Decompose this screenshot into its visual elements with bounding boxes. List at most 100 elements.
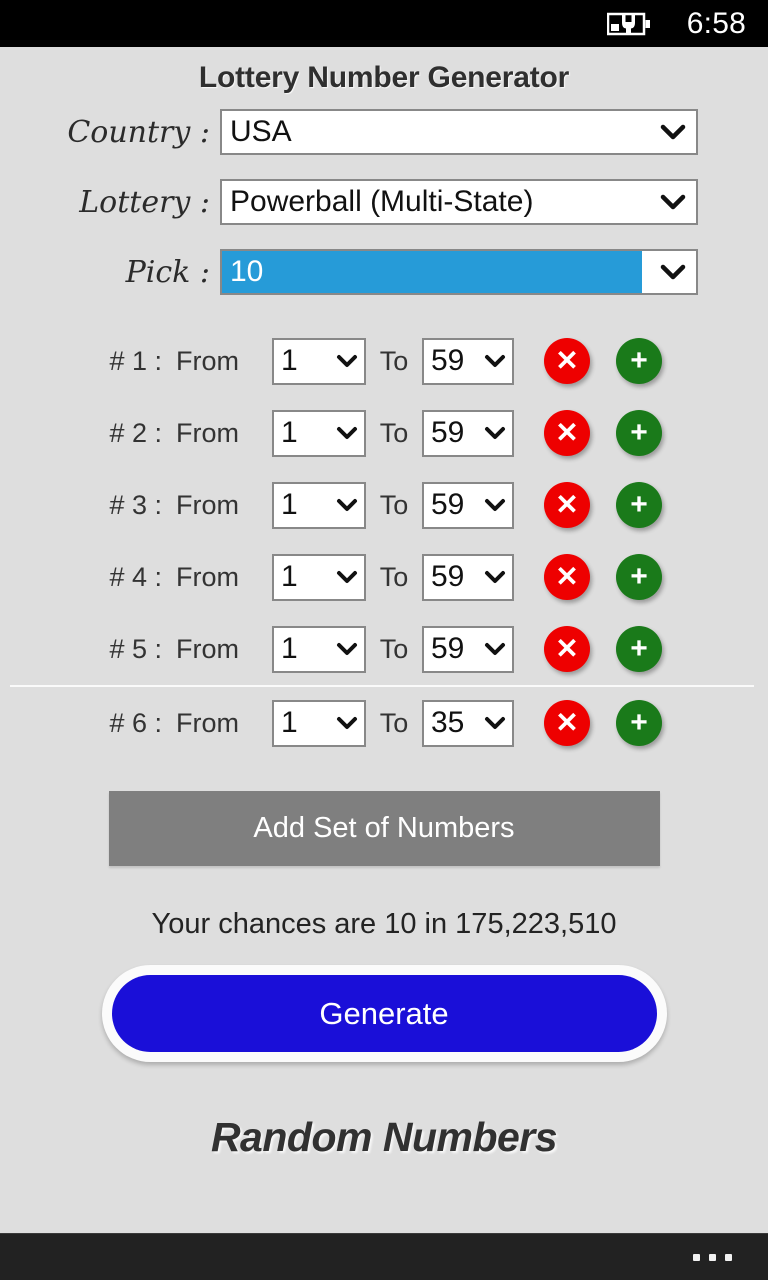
delete-row-button[interactable]: ✕: [544, 626, 590, 672]
chevron-down-icon: [336, 642, 358, 656]
from-value: 1: [281, 632, 298, 665]
plus-icon: +: [630, 560, 648, 593]
to-label: To: [379, 707, 409, 738]
status-clock: 6:58: [686, 6, 746, 40]
chevron-down-icon: [336, 716, 358, 730]
delete-row-button[interactable]: ✕: [544, 410, 590, 456]
number-range-list: # 1 : From 1 To 59 ✕ + # 2: From 1 To 5…: [0, 325, 768, 759]
from-select[interactable]: 1: [272, 337, 366, 385]
from-select[interactable]: 1: [272, 625, 366, 673]
chevron-down-icon: [660, 194, 686, 210]
range-row: # 2 : From 1 To 59 ✕ +: [0, 397, 768, 469]
plus-icon: +: [630, 632, 648, 665]
add-set-of-numbers-button[interactable]: Add Set of Numbers: [108, 791, 660, 866]
from-value: 1: [281, 416, 298, 449]
range-row: # 6 : From 1 To 35 ✕ +: [0, 687, 768, 759]
plus-icon: +: [630, 416, 648, 449]
from-value: 1: [281, 344, 298, 377]
range-index-label: # 4 :: [109, 561, 162, 592]
to-value: 59: [431, 344, 465, 377]
chevron-down-icon: [336, 426, 358, 440]
from-label: From: [176, 561, 239, 592]
from-select[interactable]: 1: [272, 553, 366, 601]
to-label: To: [379, 489, 409, 520]
lottery-value: Powerball (Multi-State): [230, 185, 534, 218]
results-numbers: [0, 1161, 768, 1221]
ellipsis-dot: [725, 1253, 732, 1261]
from-label: From: [176, 489, 239, 520]
from-label: From: [176, 707, 239, 738]
chevron-down-icon: [484, 426, 506, 440]
to-label: To: [379, 417, 409, 448]
chevron-down-icon: [660, 124, 686, 140]
chevron-down-icon: [336, 354, 358, 368]
delete-row-button[interactable]: ✕: [544, 482, 590, 528]
from-label: From: [176, 417, 239, 448]
to-select[interactable]: 59: [422, 625, 514, 673]
chances-text: Your chances are 10 in 175,223,510: [151, 908, 617, 940]
x-icon: ✕: [555, 417, 579, 448]
delete-row-button[interactable]: ✕: [544, 554, 590, 600]
chevron-down-icon: [660, 264, 686, 280]
chevron-down-icon: [336, 498, 358, 512]
from-select[interactable]: 1: [272, 481, 366, 529]
plus-icon: +: [630, 706, 648, 739]
ellipsis-dot: [709, 1253, 716, 1261]
range-index-label: # 1 :: [109, 345, 162, 376]
to-select[interactable]: 59: [422, 409, 514, 457]
battery-charging-icon: [606, 11, 651, 37]
status-bar: 6:58: [0, 0, 768, 47]
page-content: Lottery Number Generator Country : USA L…: [0, 47, 768, 1233]
range-index-label: # 6 :: [109, 707, 162, 738]
from-label: From: [176, 633, 239, 664]
ellipsis-icon[interactable]: [693, 1253, 732, 1261]
from-value: 1: [281, 560, 298, 593]
country-row: Country : USA: [0, 109, 768, 155]
to-label: To: [379, 633, 409, 664]
lottery-select[interactable]: Powerball (Multi-State): [220, 179, 698, 225]
generate-button-wrapper[interactable]: Generate: [101, 965, 667, 1062]
pick-row: Pick : 10: [0, 249, 768, 295]
from-select[interactable]: 1: [272, 409, 366, 457]
pick-select[interactable]: 10: [220, 249, 698, 295]
lottery-row: Lottery : Powerball (Multi-State): [0, 179, 768, 225]
add-row-button[interactable]: +: [616, 482, 662, 528]
to-select[interactable]: 59: [422, 481, 514, 529]
to-label: To: [379, 561, 409, 592]
range-index-label: # 3 :: [109, 489, 162, 520]
x-icon: ✕: [555, 561, 579, 592]
country-value: USA: [230, 115, 292, 148]
lottery-label: Lottery :: [79, 184, 210, 220]
chevron-down-icon: [484, 716, 506, 730]
pick-label: Pick :: [125, 254, 210, 290]
chevron-down-icon: [484, 570, 506, 584]
to-select[interactable]: 59: [422, 553, 514, 601]
chevron-down-icon: [484, 354, 506, 368]
country-select[interactable]: USA: [220, 109, 698, 155]
pick-selection-highlight: [222, 251, 642, 293]
delete-row-button[interactable]: ✕: [544, 700, 590, 746]
to-value: 59: [431, 560, 465, 593]
to-select[interactable]: 59: [422, 337, 514, 385]
add-row-button[interactable]: +: [616, 700, 662, 746]
from-value: 1: [281, 488, 298, 521]
from-select[interactable]: 1: [272, 699, 366, 747]
to-select[interactable]: 35: [422, 699, 514, 747]
delete-row-button[interactable]: ✕: [544, 338, 590, 384]
ellipsis-dot: [693, 1253, 700, 1261]
add-row-button[interactable]: +: [616, 554, 662, 600]
range-row: # 5 : From 1 To 59 ✕ +: [0, 613, 768, 685]
results-heading: Random Numbers: [210, 1114, 558, 1160]
add-row-button[interactable]: +: [616, 338, 662, 384]
generate-button[interactable]: Generate: [111, 975, 657, 1052]
range-row: # 3 : From 1 To 59 ✕ +: [0, 469, 768, 541]
add-row-button[interactable]: +: [616, 410, 662, 456]
chevron-down-icon: [336, 570, 358, 584]
plus-icon: +: [630, 488, 648, 521]
add-row-button[interactable]: +: [616, 626, 662, 672]
x-icon: ✕: [555, 345, 579, 376]
to-label: To: [379, 345, 409, 376]
from-value: 1: [281, 706, 298, 739]
bottom-nav-bar: [0, 1233, 768, 1280]
pick-value: 10: [230, 255, 264, 288]
